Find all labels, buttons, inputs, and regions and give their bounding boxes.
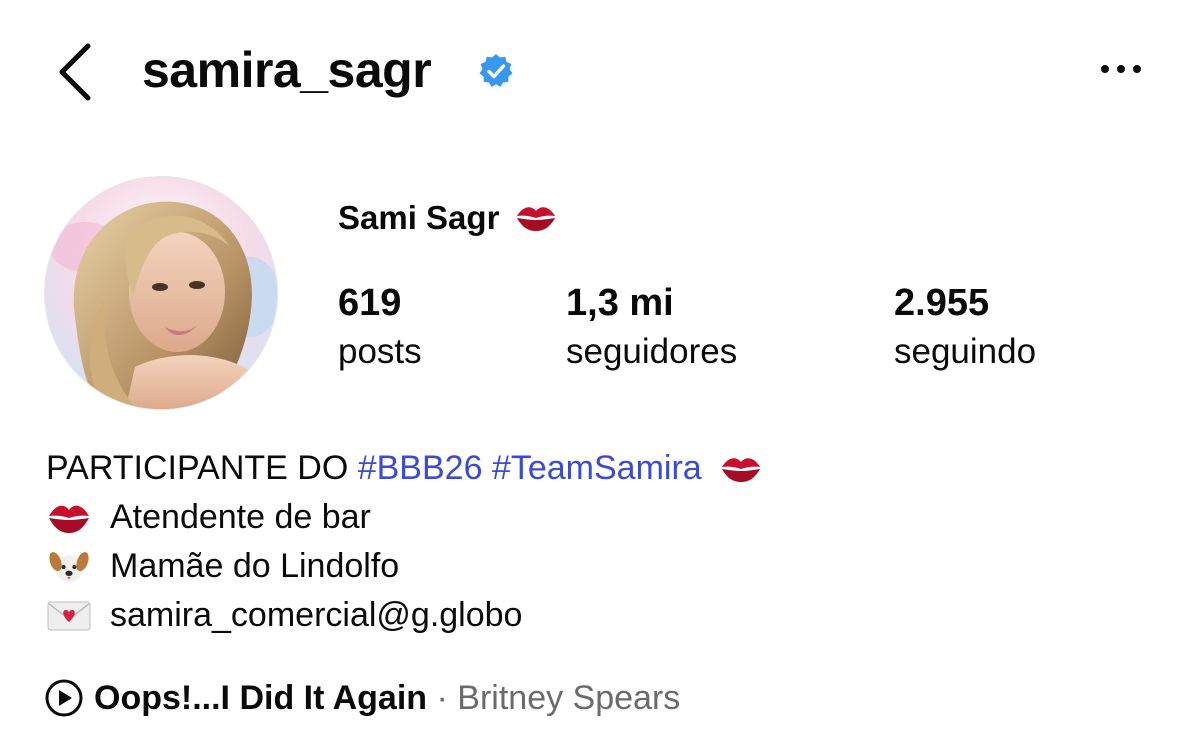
- bio-line-1: PARTICIPANTE DO #BBB26 #TeamSamira: [46, 444, 762, 493]
- profile-music[interactable]: Oops!...I Did It Again · Britney Spears: [44, 674, 680, 722]
- profile-display-name: Sami Sagr: [338, 196, 557, 240]
- stat-posts-value: 619: [338, 282, 402, 324]
- profile-avatar[interactable]: [44, 176, 278, 410]
- kiss-mark-icon: [49, 505, 89, 533]
- dog-face-icon: [49, 551, 89, 582]
- stat-following[interactable]: 2.955 seguindo: [894, 280, 1036, 375]
- bio-pet: Mamãe do Lindolfo: [110, 547, 400, 585]
- music-separator: ·: [427, 678, 458, 717]
- profile-bio: PARTICIPANTE DO #BBB26 #TeamSamira Atend…: [46, 444, 762, 640]
- stat-posts-label: posts: [338, 332, 422, 371]
- chevron-left-icon: [59, 43, 91, 101]
- stat-followers-label: seguidores: [566, 332, 738, 371]
- music-song-title: Oops!...I Did It Again: [94, 678, 428, 717]
- hashtag-bbb26[interactable]: #BBB26: [358, 444, 483, 493]
- love-letter-icon: [47, 601, 91, 630]
- kiss-mark-icon: [721, 457, 760, 482]
- profile-header: samira_sagr: [0, 0, 1200, 140]
- bio-prefix: PARTICIPANTE DO: [46, 449, 358, 487]
- bio-line-3: Mamãe do Lindolfo: [46, 542, 762, 591]
- more-horizontal-icon: [1101, 65, 1141, 73]
- stat-posts[interactable]: 619 posts: [338, 280, 422, 375]
- bio-line-4: samira_comercial@g.globo: [46, 591, 762, 640]
- bio-occupation: Atendente de bar: [110, 498, 371, 536]
- profile-photo: [45, 177, 277, 409]
- stat-following-value: 2.955: [894, 282, 990, 324]
- stat-followers-value: 1,3 mi: [566, 282, 674, 324]
- display-name-text: Sami Sagr: [338, 199, 500, 236]
- music-artist: Britney Spears: [457, 678, 681, 717]
- stat-following-label: seguindo: [894, 332, 1037, 371]
- stat-followers[interactable]: 1,3 mi seguidores: [566, 280, 737, 375]
- kiss-mark-icon: [517, 207, 556, 231]
- back-button[interactable]: [48, 36, 104, 106]
- bio-space: [482, 444, 491, 493]
- play-circle-icon: [45, 679, 83, 717]
- verified-badge-icon: [479, 54, 513, 87]
- hashtag-teamsamira[interactable]: #TeamSamira: [492, 444, 702, 493]
- more-options-button[interactable]: [1096, 58, 1150, 80]
- profile-username: samira_sagr: [142, 42, 432, 98]
- bio-email[interactable]: samira_comercial@g.globo: [110, 591, 522, 640]
- bio-line-2: Atendente de bar: [46, 493, 762, 542]
